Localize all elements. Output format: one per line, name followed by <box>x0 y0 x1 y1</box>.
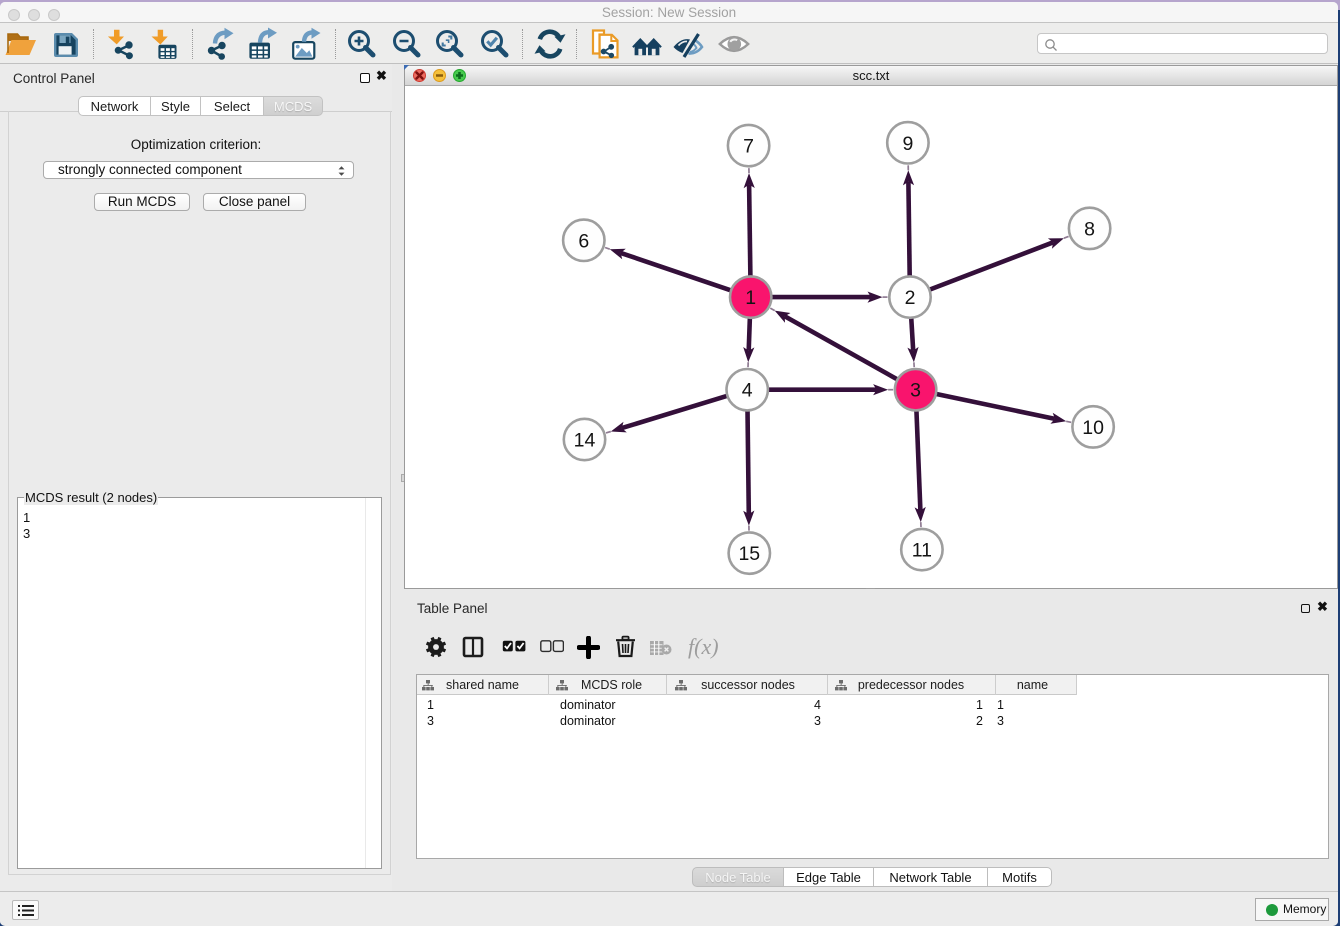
svg-text:14: 14 <box>574 430 596 452</box>
svg-text:1: 1 <box>745 287 756 309</box>
svg-text:f(x): f(x) <box>688 634 719 659</box>
svg-text:3: 3 <box>910 380 921 402</box>
svg-text:8: 8 <box>1084 218 1095 240</box>
svg-text:4: 4 <box>742 380 753 402</box>
svg-text:15: 15 <box>738 543 760 565</box>
svg-text:11: 11 <box>912 540 932 562</box>
svg-text:6: 6 <box>578 230 589 252</box>
svg-text:9: 9 <box>902 133 913 155</box>
svg-text:7: 7 <box>743 136 754 158</box>
svg-text:2: 2 <box>905 287 916 309</box>
svg-text:10: 10 <box>1082 417 1104 439</box>
